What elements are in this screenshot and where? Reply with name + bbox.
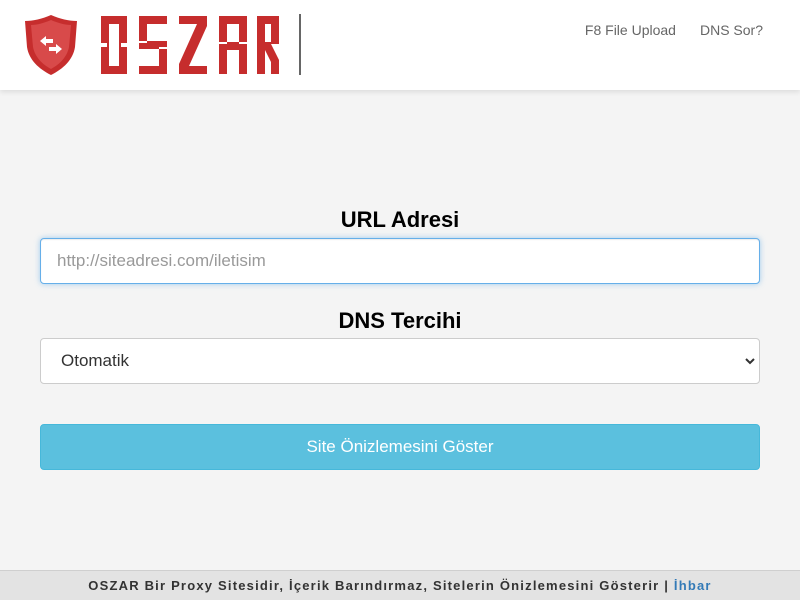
url-input[interactable] [40, 238, 760, 284]
nav-link-dns-lookup[interactable]: DNS Sor? [700, 21, 763, 39]
chevron-down-icon [745, 358, 755, 365]
site-logo[interactable] [24, 14, 280, 76]
dns-label: DNS Tercihi [338, 308, 462, 333]
site-header: F8 File Upload DNS Sor? [0, 0, 800, 90]
nav-link-file-upload[interactable]: F8 File Upload [585, 21, 676, 39]
logo-wordmark [98, 14, 280, 76]
footer-text: OSZAR Bir Proxy Sitesidir, İçerik Barınd… [88, 578, 660, 593]
oszar-wordmark-icon [101, 16, 279, 74]
footer-separator: | [664, 578, 670, 593]
show-preview-button[interactable]: Site Önizlemesini Göster [40, 424, 760, 470]
url-label: URL Adresi [340, 207, 460, 232]
site-footer: OSZAR Bir Proxy Sitesidir, İçerik Barınd… [0, 570, 800, 600]
preview-form: URL Adresi DNS Tercihi Otomatik Site Öni… [40, 205, 760, 470]
dns-select[interactable]: Otomatik [40, 338, 760, 384]
top-nav: F8 File Upload DNS Sor? [561, 21, 763, 39]
dns-select-value: Otomatik [61, 351, 130, 370]
shield-icon [25, 15, 77, 75]
logo-divider [299, 14, 301, 75]
report-link[interactable]: İhbar [674, 578, 712, 593]
